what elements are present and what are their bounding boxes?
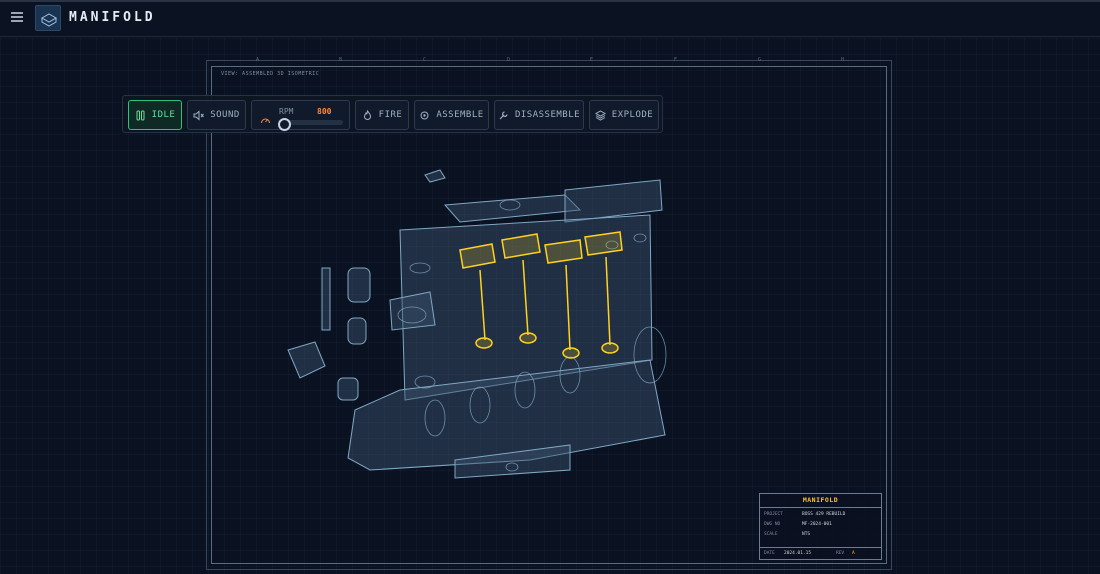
control-toolbar: IDLE SOUND RPM 800 FIRE ASSEMBLE DISASSE… [122,95,663,133]
ruler-tick: B [339,57,343,63]
title-block-title: MANIFOLD [760,494,881,508]
sound-label: SOUND [210,110,240,120]
pause-icon [135,110,146,121]
disassemble-button[interactable]: DISASSEMBLE [494,100,584,130]
scale-value: NTS [802,532,811,537]
rev-value: A [852,551,855,556]
drawing-title-block: MANIFOLD PROJECT BOSS 429 REBUILD DWG NO… [759,493,882,560]
gear-icon [419,110,430,121]
rpm-slider-thumb[interactable] [278,118,291,131]
app-brand: MANIFOLD [69,10,156,25]
manifold-logo [35,5,61,31]
date-value: 2024.01.15 [784,551,812,556]
project-label: PROJECT [764,512,783,517]
sound-button[interactable]: SOUND [187,100,246,130]
explode-label: EXPLODE [611,110,654,120]
date-label: DATE [764,551,775,556]
top-bar: MANIFOLD [0,0,1100,37]
disassemble-label: DISASSEMBLE [514,110,581,120]
ruler-tick: D [507,57,511,63]
sound-muted-icon [193,109,205,121]
assemble-label: ASSEMBLE [436,110,484,120]
assemble-button[interactable]: ASSEMBLE [414,100,489,130]
top-divider [0,0,1100,2]
fire-label: FIRE [378,110,403,120]
ruler-tick: F [674,57,678,63]
flame-icon [362,109,373,121]
wrench-icon [498,110,509,121]
speedometer-icon [260,111,271,124]
fire-button[interactable]: FIRE [355,100,409,130]
ruler-tick: C [423,57,427,63]
menu-icon[interactable] [11,12,23,24]
project-value: BOSS 429 REBUILD [802,512,846,517]
idle-button[interactable]: IDLE [128,100,182,130]
rpm-label: RPM [279,107,294,116]
ruler-tick: E [590,57,594,63]
rpm-control: RPM 800 [251,100,350,131]
title-block-footer [760,547,881,548]
layers-icon [594,109,606,121]
dwg-value: MF-2024-001 [802,522,832,527]
rev-label: REV [836,551,845,556]
ruler-tick: G [758,57,762,63]
dwg-label: DWG NO [764,522,781,527]
ruler-tick: H [841,57,845,63]
idle-label: IDLE [151,110,176,120]
view-label: VIEW: ASSEMBLED 3D ISOMETRIC [221,71,320,77]
explode-button[interactable]: EXPLODE [589,100,659,130]
engine-model[interactable] [280,160,700,490]
rpm-value: 800 [317,107,332,116]
scale-label: SCALE [764,532,778,537]
ruler-tick: A [256,57,260,63]
